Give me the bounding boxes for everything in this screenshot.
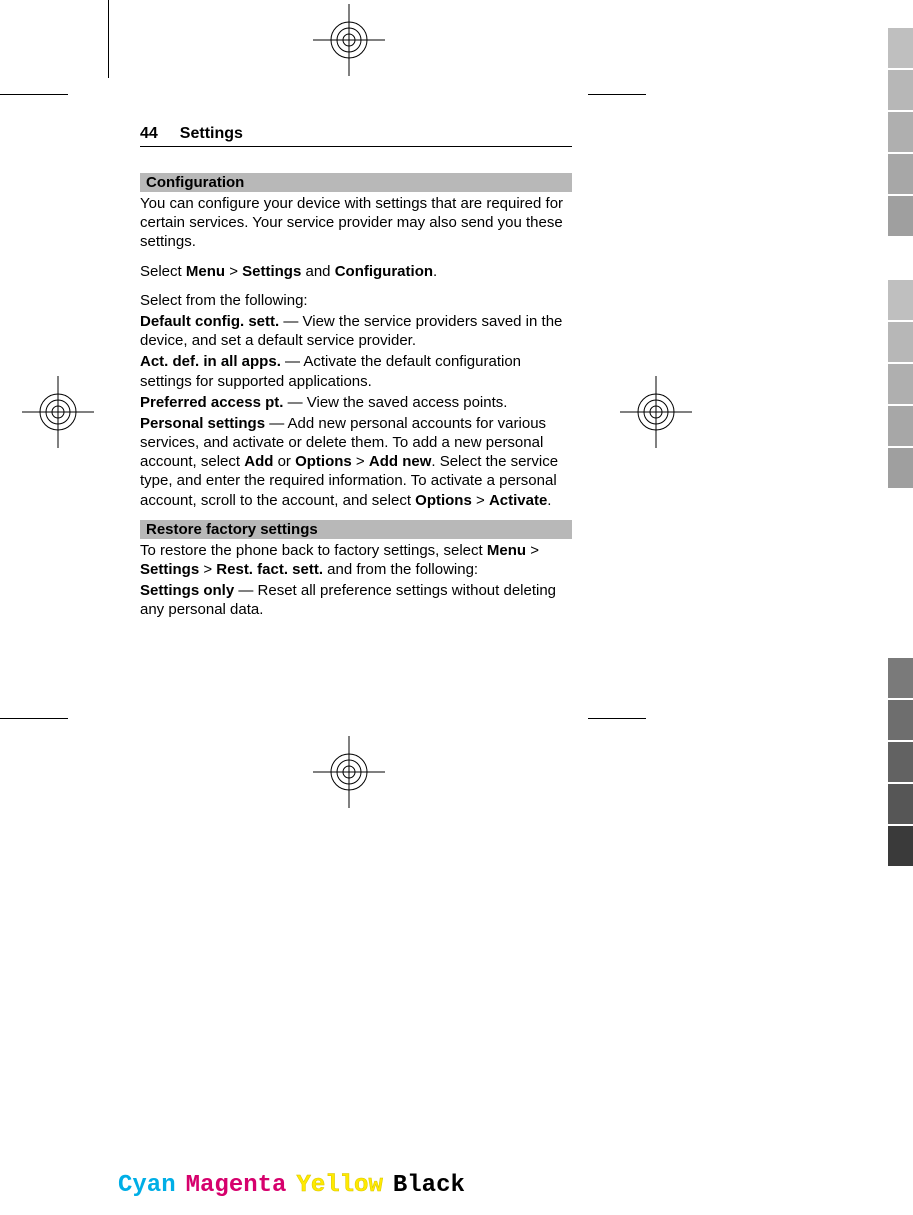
thumb-tab — [888, 406, 913, 446]
thumb-tab — [888, 70, 913, 110]
crop-rule — [0, 94, 68, 95]
thumb-tab — [888, 364, 913, 404]
crop-rule — [0, 718, 68, 719]
body-paragraph: You can configure your device with setti… — [140, 194, 572, 252]
thumb-tab — [888, 616, 913, 656]
thumb-tab — [888, 574, 913, 614]
section-heading: Configuration — [140, 173, 572, 192]
thumb-tab — [888, 448, 913, 488]
crop-rule — [588, 94, 646, 95]
thumb-tab — [888, 238, 913, 278]
thumb-tab — [888, 112, 913, 152]
thumb-index — [888, 28, 913, 868]
cyan-label: Cyan — [118, 1172, 176, 1199]
page-title: Settings — [180, 125, 243, 143]
registration-mark-icon — [313, 4, 385, 76]
body-paragraph: Preferred access pt. — View the saved ac… — [140, 393, 572, 412]
body-paragraph: Personal settings — Add new personal acc… — [140, 414, 572, 510]
thumb-tab — [888, 322, 913, 362]
body-paragraph: To restore the phone back to factory set… — [140, 541, 572, 579]
black-label: Black — [393, 1172, 465, 1199]
crop-rule-vertical — [108, 0, 109, 78]
thumb-tab — [888, 28, 913, 68]
sections-container: Configuration You can configure your devi… — [140, 173, 572, 620]
body-paragraph: Default config. sett. — View the service… — [140, 312, 572, 350]
thumb-tab — [888, 196, 913, 236]
thumb-tab — [888, 280, 913, 320]
page-content: 44 Settings Configuration You can configu… — [140, 125, 572, 630]
thumb-tab — [888, 700, 913, 740]
thumb-tab — [888, 784, 913, 824]
registration-mark-icon — [313, 736, 385, 808]
thumb-tab — [888, 490, 913, 530]
crop-rule — [588, 718, 646, 719]
registration-mark-icon — [620, 376, 692, 448]
section-heading: Restore factory settings — [140, 520, 572, 539]
thumb-tab — [888, 532, 913, 572]
thumb-tab — [888, 658, 913, 698]
body-paragraph: Settings only — Reset all preference set… — [140, 581, 572, 619]
page-header: 44 Settings — [140, 125, 572, 147]
body-paragraph: Select from the following: — [140, 291, 572, 310]
registration-mark-icon — [22, 376, 94, 448]
cmyk-color-bar: Cyan Magenta Yellow Black — [118, 1172, 465, 1199]
body-paragraph: Act. def. in all apps. — Activate the de… — [140, 352, 572, 390]
body-paragraph: Select Menu > Settings and Configuration… — [140, 262, 572, 281]
page-number: 44 — [140, 125, 158, 143]
magenta-label: Magenta — [186, 1172, 287, 1199]
yellow-label: Yellow — [296, 1172, 382, 1199]
thumb-tab — [888, 826, 913, 866]
thumb-tab — [888, 742, 913, 782]
thumb-tab — [888, 154, 913, 194]
